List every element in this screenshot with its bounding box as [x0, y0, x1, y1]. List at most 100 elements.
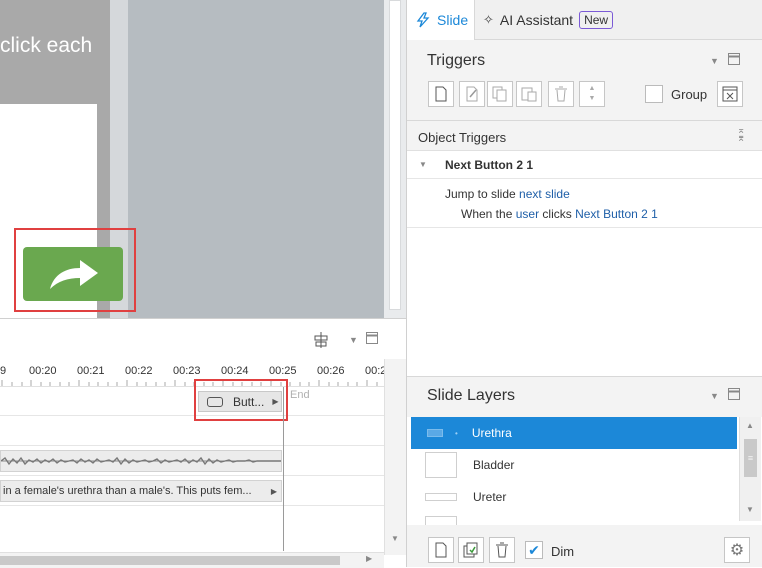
timeline-row-empty[interactable] [0, 416, 384, 446]
object-triggers-title: Object Triggers [418, 130, 507, 145]
audio-clip[interactable] [0, 450, 282, 472]
right-panel: Slide ✧ AI Assistant New Triggers ▼ ▲ ▼ [406, 0, 762, 567]
timeline-row-caption[interactable]: in a female's urethra than a male's. Thi… [0, 476, 384, 506]
trigger-condition-user-link[interactable]: user [516, 207, 539, 221]
layer-item-label: Urethra [471, 426, 512, 440]
scroll-down-arrow-icon[interactable]: ▼ [746, 505, 754, 514]
ruler-tick: 00:21 [77, 365, 105, 377]
button-clip-highlight-box [194, 379, 288, 421]
object-triggers-section: Object Triggers ⌅ ⌆ ▼ Next Button 2 1 Jum… [407, 120, 762, 376]
tab-slide[interactable]: Slide [407, 0, 475, 40]
timeline-options-icon[interactable] [313, 331, 329, 352]
tab-slide-label: Slide [437, 12, 469, 28]
paste-trigger-button[interactable] [516, 81, 542, 107]
layer-thumbnail [425, 493, 457, 501]
canvas-scrollbar-thumb[interactable] [389, 0, 401, 310]
copy-trigger-button[interactable] [487, 81, 513, 107]
scroll-down-arrow-icon[interactable]: ▼ [391, 534, 399, 543]
layer-item-urethra[interactable]: • Urethra [411, 417, 737, 449]
timeline-hscroll-thumb[interactable] [0, 556, 340, 565]
variables-icon [722, 86, 738, 102]
move-trigger-updown-button[interactable]: ▲ ▼ [579, 81, 605, 107]
layers-window-icon[interactable] [728, 388, 740, 403]
scroll-up-arrow-icon[interactable]: ▲ [746, 421, 754, 430]
delete-layer-button[interactable] [489, 537, 515, 563]
triggers-lightning-icon [416, 12, 430, 28]
collapse-all-icon[interactable]: ⌅ ⌆ [737, 126, 745, 144]
layers-scrollbar[interactable]: ▲ ≡ ▼ [739, 417, 761, 521]
timeline-horizontal-scrollbar[interactable]: ▶ [0, 552, 384, 568]
layer-item-ureter[interactable]: Ureter [411, 481, 737, 513]
slide-heading-text[interactable]: click each [0, 34, 92, 58]
trigger-condition-when: When the [461, 207, 513, 221]
caption-clip[interactable]: in a female's urethra than a male's. Thi… [0, 480, 282, 502]
layers-collapse-arrow-icon[interactable]: ▼ [710, 391, 719, 401]
trigger-object-name: Next Button 2 1 [445, 158, 534, 172]
group-label: Group [671, 87, 708, 102]
trigger-object-row[interactable]: ▼ Next Button 2 1 [407, 151, 762, 179]
new-layer-button[interactable] [428, 537, 454, 563]
timeline-playhead[interactable] [283, 387, 284, 551]
trigger-action[interactable]: Jump to slide next slide [445, 187, 570, 201]
trash-icon [555, 86, 567, 102]
timeline-toolbar: ▼ [0, 319, 406, 359]
trigger-action-target-link[interactable]: next slide [519, 187, 570, 201]
slide-layers-title: Slide Layers [427, 387, 516, 404]
ruler-tick: 00:25 [269, 365, 297, 377]
visibility-dot-icon[interactable]: • [455, 429, 458, 438]
ruler-minor-ticks [1, 380, 378, 386]
duplicate-layer-icon [463, 542, 478, 558]
timeline-row-audio[interactable] [0, 446, 384, 476]
slide-layers-section: Slide Layers ▼ • Urethra Bladder Ureter [407, 376, 762, 567]
ruler-tick: 00:26 [317, 365, 345, 377]
next-button-highlight-box [14, 228, 136, 312]
copy-icon [492, 86, 507, 102]
trigger-condition[interactable]: When the user clicks Next Button 2 1 [461, 207, 658, 221]
dim-checkbox[interactable]: ✔ [525, 541, 543, 559]
trigger-variables-button[interactable] [717, 81, 743, 107]
layers-list: • Urethra Bladder Ureter ▲ ≡ ▼ [407, 417, 762, 525]
edit-trigger-button[interactable] [459, 81, 485, 107]
triggers-window-icon[interactable] [728, 53, 740, 68]
timeline-ruler[interactable]: 9 00:20 00:21 00:22 00:23 00:24 00:25 00… [0, 359, 386, 387]
layer-item-bladder[interactable]: Bladder [411, 449, 737, 481]
ruler-tick: 00:23 [173, 365, 201, 377]
new-trigger-button[interactable] [428, 81, 454, 107]
slide-canvas[interactable]: click each [0, 0, 406, 318]
move-down-icon[interactable]: ▼ [589, 94, 596, 104]
timeline-vertical-scrollbar[interactable]: ▼ [384, 359, 406, 555]
group-checkbox[interactable] [645, 85, 663, 103]
new-document-icon [435, 86, 447, 102]
trash-icon [496, 542, 508, 558]
layer-thumbnail [425, 452, 457, 478]
layer-item-partial[interactable] [411, 513, 737, 525]
ruler-tick: 00:24 [221, 365, 249, 377]
expand-arrow-down-icon[interactable]: ▼ [419, 160, 427, 169]
timeline-collapse-arrow-icon[interactable]: ▼ [349, 335, 358, 345]
divider [407, 227, 762, 228]
scroll-right-arrow-icon[interactable]: ▶ [366, 554, 372, 563]
move-up-icon[interactable]: ▲ [589, 84, 596, 94]
ruler-tick: 00:22 [125, 365, 153, 377]
edit-document-icon [466, 86, 478, 102]
audio-waveform [0, 456, 281, 466]
duplicate-layer-button[interactable] [458, 537, 484, 563]
layers-scroll-thumb[interactable]: ≡ [744, 439, 757, 477]
timeline-row-button[interactable]: Butt... ▶ [0, 387, 384, 416]
triggers-title: Triggers [427, 52, 486, 69]
tab-ai-assistant[interactable]: ✧ AI Assistant New [481, 0, 631, 40]
gear-icon: ⚙ [729, 542, 745, 559]
trigger-condition-object-link[interactable]: Next Button 2 1 [575, 207, 658, 221]
layer-settings-button[interactable]: ⚙ [724, 537, 750, 563]
layer-thumbnail [425, 516, 457, 525]
trigger-action-prefix: Jump to slide [445, 187, 516, 201]
ruler-tick: 00:20 [29, 365, 57, 377]
timeline-window-icon[interactable] [366, 332, 378, 347]
tab-ai-assistant-label: AI Assistant [499, 12, 574, 28]
trigger-condition-clicks: clicks [542, 207, 572, 221]
ruler-tick: 9 [0, 365, 7, 377]
triggers-collapse-arrow-icon[interactable]: ▼ [710, 56, 719, 66]
delete-trigger-button[interactable] [548, 81, 574, 107]
layer-item-label: Bladder [473, 458, 515, 472]
paste-icon [521, 87, 537, 102]
